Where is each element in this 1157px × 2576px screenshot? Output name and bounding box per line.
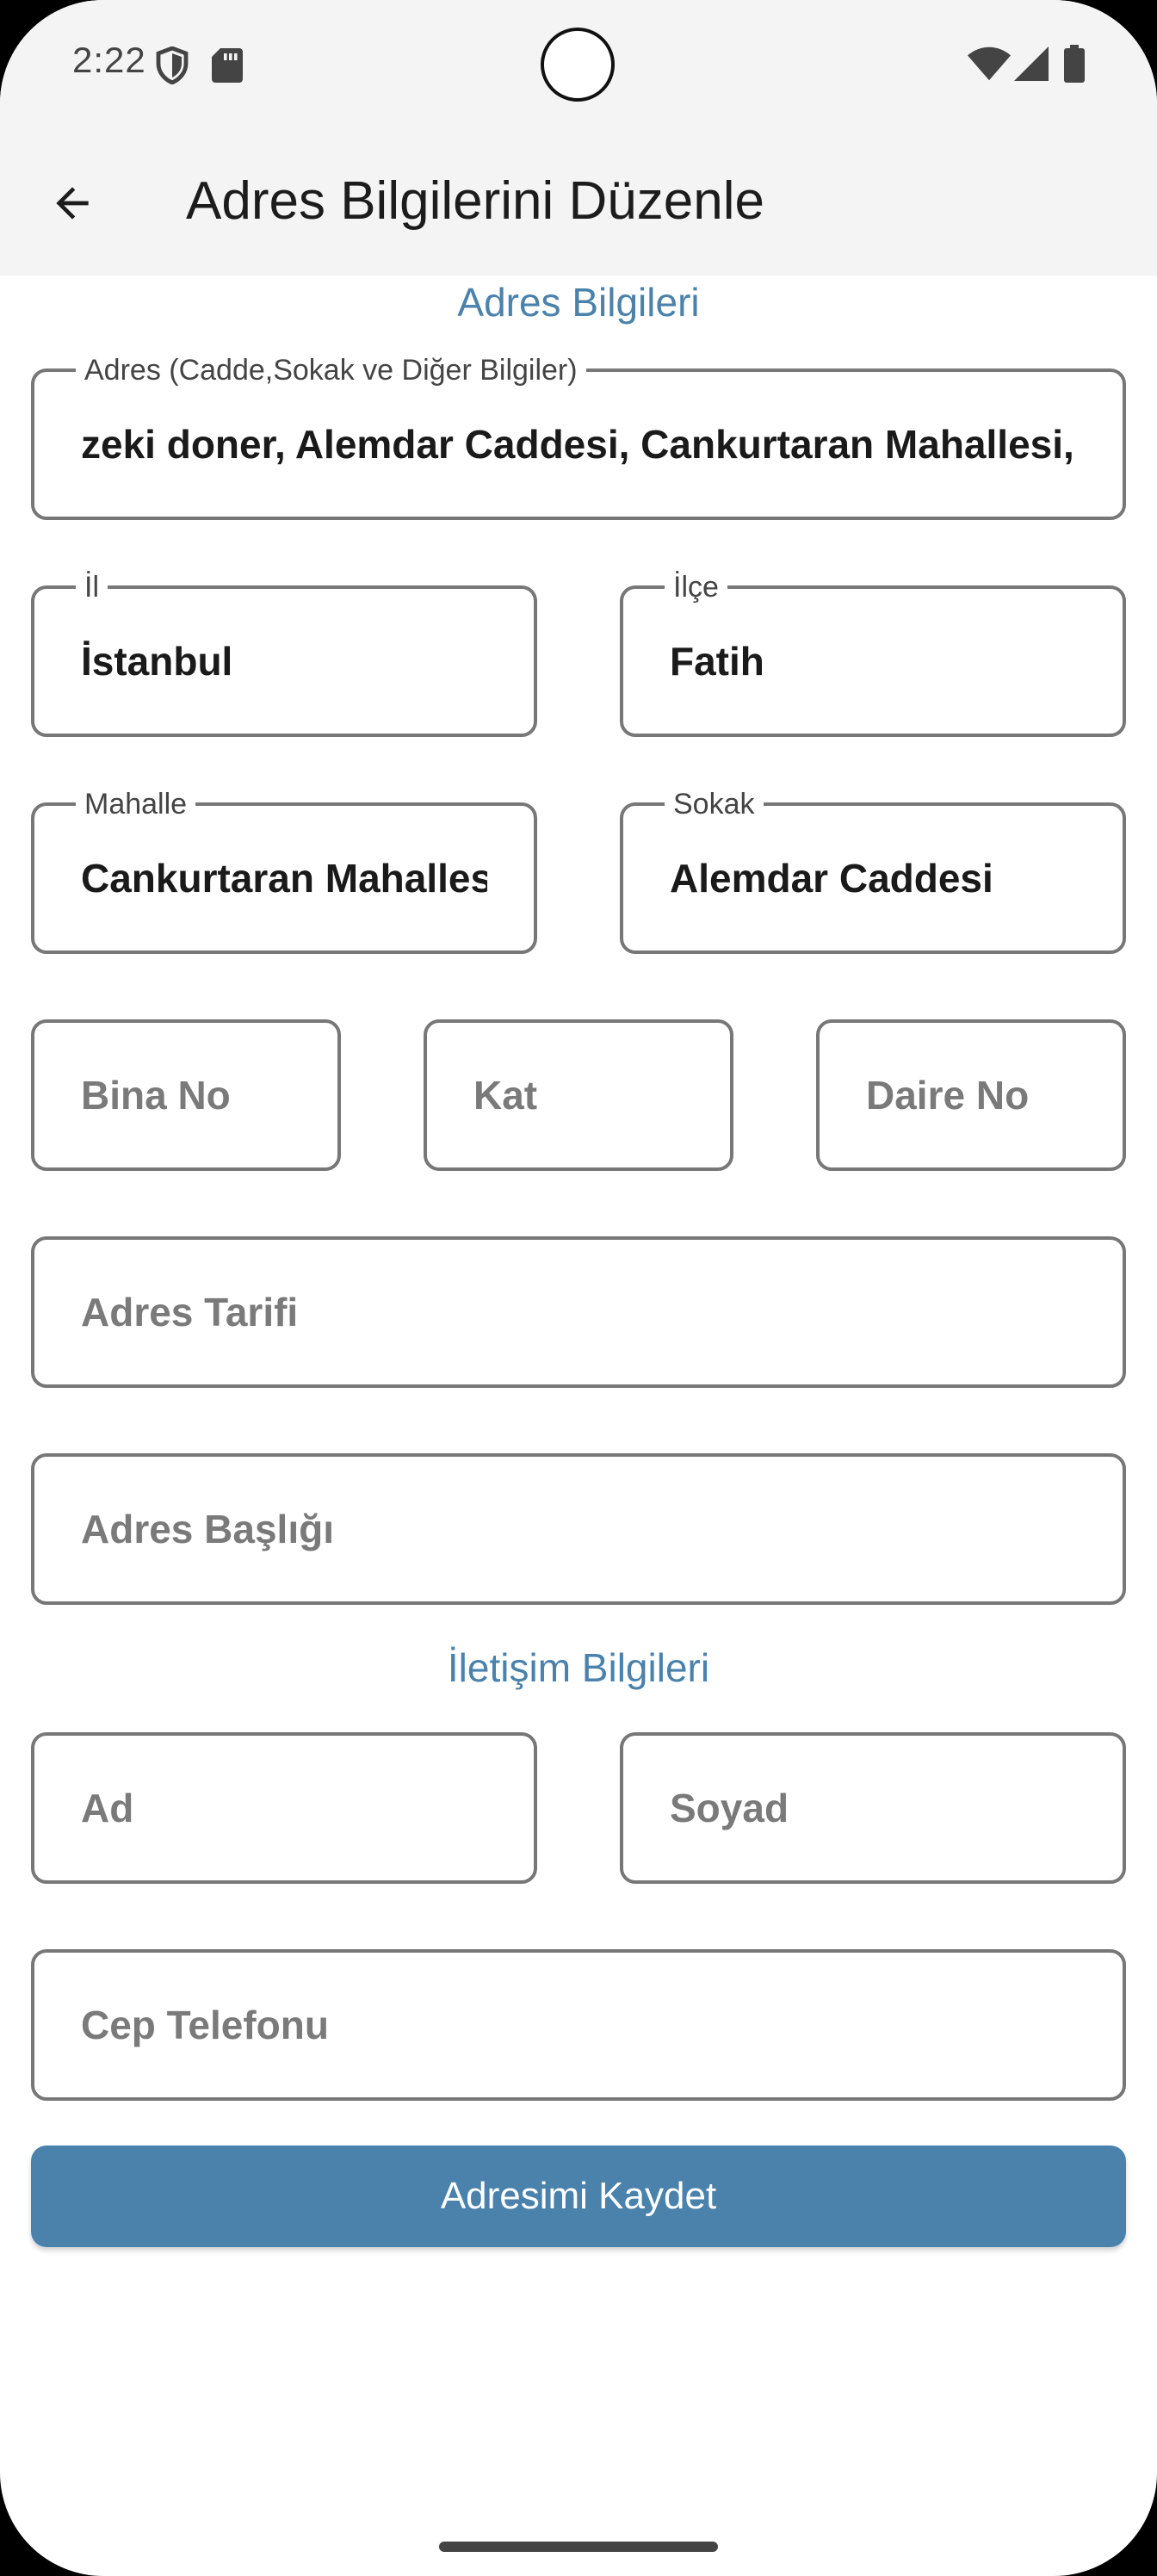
neighborhood-field-value: Cankurtaran Mahallesi	[81, 856, 487, 901]
address-section-title: Adres Bilgileri	[457, 280, 700, 325]
battery-icon	[1064, 45, 1085, 83]
wifi-icon	[968, 46, 1011, 81]
directions-placeholder: Adres Tarifi	[81, 1290, 299, 1334]
floor-field[interactable]: Kat	[424, 1019, 733, 1171]
street-field[interactable]: Sokak Alemdar Caddesi	[620, 787, 1126, 954]
first-name-placeholder: Ad	[81, 1786, 134, 1830]
mobile-phone-field[interactable]: Cep Telefonu	[31, 1949, 1126, 2101]
address-field[interactable]: Adres (Cadde,Sokak ve Diğer Bilgiler) ze…	[31, 353, 1126, 520]
mobile-phone-placeholder: Cep Telefonu	[81, 2003, 329, 2047]
city-field[interactable]: İl İstanbul	[31, 570, 537, 737]
page-title: Adres Bilgilerini Düzenle	[186, 171, 764, 231]
building-no-field[interactable]: Bina No	[31, 1019, 341, 1171]
address-title-field[interactable]: Adres Başlığı	[31, 1453, 1126, 1605]
building-no-placeholder: Bina No	[81, 1073, 231, 1118]
shield-icon	[156, 46, 189, 84]
first-name-field[interactable]: Ad	[31, 1732, 537, 1884]
status-time: 2:22	[72, 40, 146, 80]
last-name-field[interactable]: Soyad	[620, 1732, 1126, 1884]
street-field-value: Alemdar Caddesi	[670, 856, 993, 901]
district-field[interactable]: İlçe Fatih	[620, 570, 1126, 737]
district-field-value: Fatih	[670, 639, 764, 684]
phone-screen: 2:22 Adres Bilgilerini Düzenle Adres Bil…	[0, 0, 1157, 2576]
signal-icon	[1014, 46, 1049, 81]
arrow-back-icon	[56, 187, 89, 220]
address-title-placeholder: Adres Başlığı	[81, 1507, 334, 1551]
home-indicator[interactable]	[439, 2542, 718, 2552]
neighborhood-field[interactable]: Mahalle Cankurtaran Mahallesi	[31, 787, 537, 954]
city-field-value: İstanbul	[81, 639, 233, 684]
front-camera	[541, 28, 615, 102]
last-name-placeholder: Soyad	[670, 1786, 789, 1830]
floor-placeholder: Kat	[473, 1073, 538, 1118]
directions-field[interactable]: Adres Tarifi	[31, 1236, 1126, 1388]
back-button[interactable]	[38, 169, 107, 238]
address-field-value: zeki doner, Alemdar Caddesi, Cankurtaran…	[81, 422, 1074, 467]
apartment-no-field[interactable]: Daire No	[816, 1019, 1126, 1171]
contact-section-title: İletişim Bilgileri	[447, 1645, 710, 1690]
save-address-button[interactable]: Adresimi Kaydet	[31, 2146, 1126, 2247]
apartment-no-placeholder: Daire No	[866, 1073, 1030, 1118]
sd-card-icon	[212, 48, 243, 83]
